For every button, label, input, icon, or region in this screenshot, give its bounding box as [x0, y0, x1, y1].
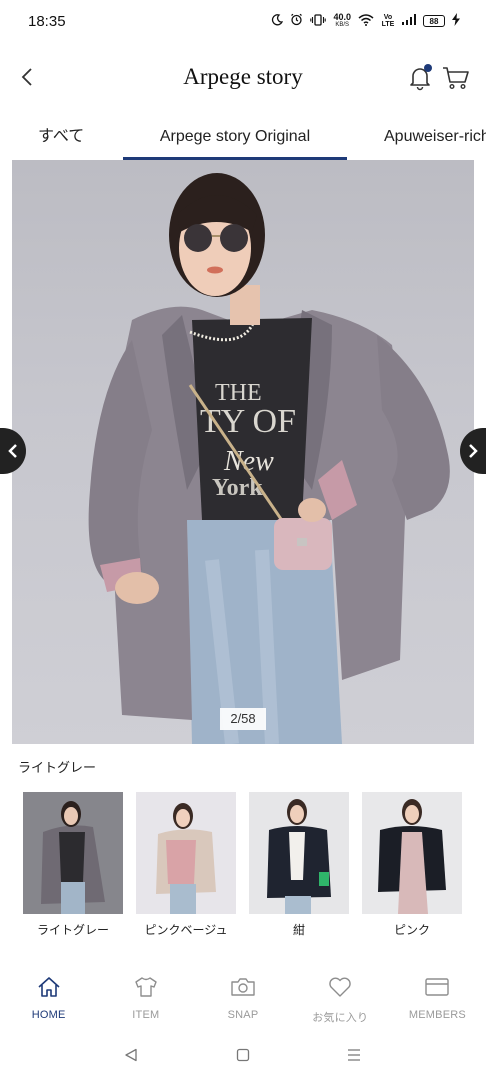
heart-icon [327, 974, 353, 1000]
home-icon [36, 974, 62, 1000]
system-back-button[interactable] [120, 1044, 142, 1066]
product-image[interactable]: THE TY OF New York [12, 160, 474, 744]
battery-indicator: 88 [423, 15, 445, 27]
cart-icon [443, 67, 469, 90]
vibrate-icon [310, 13, 327, 29]
nav-label: SNAP [227, 1009, 259, 1021]
menu-lines-icon [348, 1049, 360, 1061]
notification-dot [424, 64, 432, 72]
system-navigation [0, 1036, 486, 1074]
tab-arpege-story-original[interactable]: Arpege story Original [123, 118, 347, 160]
charging-icon [452, 13, 460, 29]
nav-item[interactable]: ITEM [97, 968, 194, 1030]
wifi-icon [358, 13, 374, 29]
app-header: Arpege story [0, 52, 486, 102]
svg-text:York: York [212, 475, 263, 501]
status-icons: 40.0 KB/S Vo LTE 88 [271, 13, 460, 29]
alarm-icon [290, 13, 303, 29]
speed-unit: KB/S [335, 22, 350, 28]
variant-thumbnail [249, 792, 349, 914]
variant-thumbnail [23, 792, 123, 914]
status-bar: 18:35 40.0 KB/S Vo LTE 88 [0, 0, 486, 42]
status-time: 18:35 [28, 12, 66, 30]
variant-label: ピンク [393, 923, 430, 937]
nav-label: MEMBERS [408, 1009, 466, 1021]
card-icon [424, 974, 450, 1000]
signal-icon [402, 14, 416, 28]
nav-label: お気に入り [312, 1012, 369, 1024]
chevron-left-icon [8, 444, 17, 458]
variant-label: 紺 [292, 923, 305, 937]
network-type: Vo LTE [381, 14, 395, 28]
nav-favorites[interactable]: お気に入り [292, 968, 389, 1030]
tshirt-icon [133, 974, 159, 1000]
chevron-right-icon [469, 444, 478, 458]
variant-label: ライトグレー [36, 923, 109, 937]
network-speed: 40.0 KB/S [333, 13, 351, 29]
color-variant[interactable]: ピンク [362, 792, 462, 938]
camera-icon [230, 974, 256, 1000]
variant-thumbnail [362, 792, 462, 914]
cart-button[interactable] [441, 63, 471, 91]
system-menu-button[interactable] [343, 1044, 365, 1066]
bottom-navigation: HOME ITEM SNAP お気に入り MEMBERS [0, 968, 486, 1030]
color-variant[interactable]: ライトグレー [23, 792, 123, 938]
nav-home[interactable]: HOME [0, 968, 97, 1030]
speed-value: 40.0 [333, 12, 351, 22]
image-counter: 2/58 [220, 708, 266, 730]
nav-label: ITEM [132, 1009, 160, 1021]
nav-snap[interactable]: SNAP [194, 968, 291, 1030]
moon-icon [271, 13, 284, 29]
nav-label: HOME [31, 1009, 66, 1021]
brand-tabs: すべて Arpege story Original Apuweiser-rich [0, 118, 486, 160]
model-photo: THE TY OF New York [88, 173, 450, 744]
color-variant[interactable]: 紺 [249, 792, 349, 938]
notification-button[interactable] [406, 63, 434, 91]
variant-thumbnail [136, 792, 236, 914]
tab-all[interactable]: すべて [38, 118, 84, 160]
nav-members[interactable]: MEMBERS [389, 968, 486, 1030]
back-triangle-icon [125, 1048, 137, 1062]
system-home-button[interactable] [232, 1044, 254, 1066]
tab-apuweiser-rich[interactable]: Apuweiser-rich [384, 118, 486, 160]
color-variant[interactable]: ピンクベージュ [136, 792, 236, 938]
selected-color-name: ライトグレー [18, 760, 97, 775]
home-square-icon [236, 1048, 250, 1062]
variant-label: ピンクベージュ [144, 923, 228, 937]
